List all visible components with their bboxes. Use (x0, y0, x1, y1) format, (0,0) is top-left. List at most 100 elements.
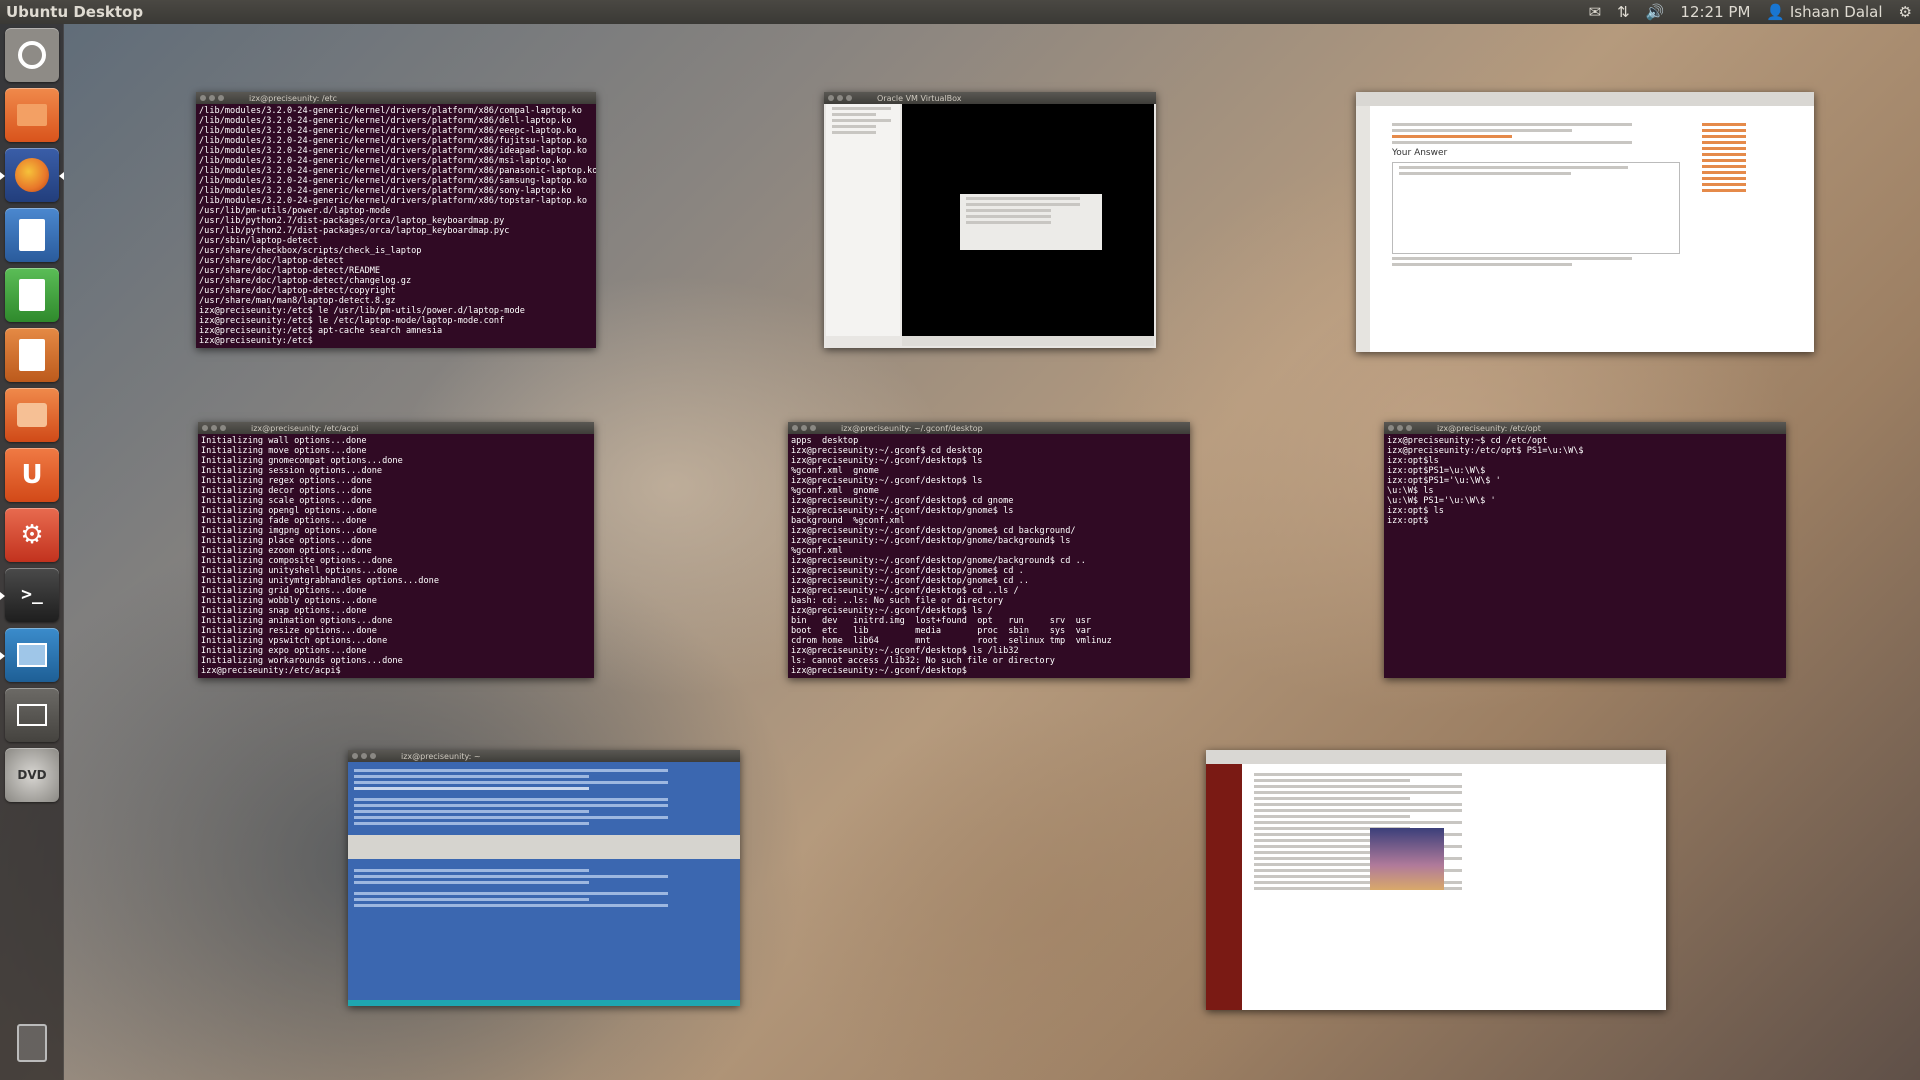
window-terminal-acpi[interactable]: izx@preciseunity: /etc/acpi Initializing… (198, 422, 594, 678)
terminal-line: /lib/modules/3.2.0-24-generic/kernel/dri… (199, 156, 567, 166)
site-sidebar (1206, 764, 1242, 1010)
window-browser-music[interactable] (1206, 750, 1666, 1010)
terminal-line: /usr/share/doc/laptop-detect/README (199, 266, 381, 276)
minimize-icon[interactable] (801, 425, 807, 431)
network-icon[interactable]: ⇅ (1617, 3, 1630, 21)
window-terminal-etc[interactable]: izx@preciseunity: /etc /lib/modules/3.2.… (196, 92, 596, 348)
close-icon[interactable] (202, 425, 208, 431)
minimize-icon[interactable] (837, 95, 843, 101)
maximize-icon[interactable] (370, 753, 376, 759)
terminal-output[interactable]: Initializing wall options...done Initiali… (198, 434, 594, 678)
files-icon[interactable] (5, 88, 59, 142)
terminal-line: izx@preciseunity:~/.gconf/desktop/gnome$… (791, 506, 1014, 516)
browser-tabs[interactable] (1206, 750, 1666, 764)
terminal-line: izx:opt$PS1='\u:\W\$ ' (1387, 476, 1501, 486)
terminal-line: izx@preciseunity:~/.gconf/desktop/gnome$… (791, 576, 1029, 586)
terminal-line: Initializing session options...done (201, 466, 383, 476)
dvd-icon[interactable]: DVD (5, 748, 59, 802)
terminal-icon[interactable]: >_ (0, 568, 59, 622)
minimize-icon[interactable] (361, 753, 367, 759)
gear-icon[interactable]: ⚙ (1899, 3, 1912, 21)
writer-icon[interactable] (5, 208, 59, 262)
volume-icon[interactable]: 🔊 (1646, 3, 1665, 21)
mail-icon[interactable]: ✉ (1589, 3, 1602, 21)
impress-icon[interactable] (5, 328, 59, 382)
close-icon[interactable] (828, 95, 834, 101)
terminal-line: /lib/modules/3.2.0-24-generic/kernel/dri… (199, 196, 588, 206)
terminal-line: bash: cd: ..ls: No such file or director… (791, 596, 1004, 606)
terminal-line: Initializing move options...done (201, 446, 367, 456)
terminal-line: Initializing unitymtgrabhandles options.… (201, 576, 439, 586)
minimize-icon[interactable] (1397, 425, 1403, 431)
window-editor-bashrc[interactable]: izx@preciseunity: ~ (348, 750, 740, 1006)
window-browser-askubuntu[interactable]: Your Answer (1356, 92, 1814, 352)
terminal-line: izx@preciseunity:/etc/opt$ PS1=\u:\W\$ (1387, 446, 1584, 456)
terminal-line: Initializing ezoom options...done (201, 546, 372, 556)
window-title: Oracle VM VirtualBox (877, 93, 962, 103)
window-icon[interactable] (5, 688, 59, 742)
terminal-output[interactable]: /lib/modules/3.2.0-24-generic/kernel/dri… (196, 104, 596, 348)
terminal-line: Initializing decor options...done (201, 486, 372, 496)
terminal-output[interactable]: izx@preciseunity:~$ cd /etc/opt izx@preci… (1384, 434, 1786, 678)
terminal-line: izx@preciseunity:~/.gconf/desktop$ ls (791, 456, 983, 466)
terminal-line: izx@preciseunity:~$ cd /etc/opt (1387, 436, 1548, 446)
close-icon[interactable] (200, 95, 206, 101)
maximize-icon[interactable] (220, 425, 226, 431)
browser-tabs[interactable] (1356, 92, 1814, 106)
window-terminal-opt[interactable]: izx@preciseunity: /etc/opt izx@preciseun… (1384, 422, 1786, 678)
terminal-line: izx@preciseunity:~/.gconf/desktop$ cd ..… (791, 586, 1019, 596)
maximize-icon[interactable] (846, 95, 852, 101)
browser-sidebar (1356, 106, 1370, 352)
terminal-line: izx@preciseunity:~/.gconf$ cd desktop (791, 446, 983, 456)
editor-content[interactable] (348, 762, 740, 914)
terminal-line: cdrom home lib64 mnt root selinux tmp vm… (791, 636, 1112, 646)
maximize-icon[interactable] (218, 95, 224, 101)
terminal-line: izx@preciseunity:~/.gconf/desktop$ (791, 666, 973, 676)
window-title: izx@preciseunity: /etc/opt (1437, 423, 1541, 433)
answer-textarea[interactable] (1392, 162, 1680, 254)
terminal-line: /lib/modules/3.2.0-24-generic/kernel/dri… (199, 176, 588, 186)
minimize-icon[interactable] (209, 95, 215, 101)
terminal-line: izx@preciseunity:~/.gconf/desktop/gnome$… (791, 526, 1076, 536)
terminal-line: /usr/share/man/man8/laptop-detect.8.gz (199, 296, 396, 306)
ubuntu-one-icon[interactable]: U (5, 448, 59, 502)
terminal-line: Initializing expo options...done (201, 646, 367, 656)
minimize-icon[interactable] (211, 425, 217, 431)
terminal-line: izx@preciseunity:~/.gconf/desktop$ cd gn… (791, 496, 1014, 506)
terminal-line: izx@preciseunity:~/.gconf/desktop$ ls /l… (791, 646, 1019, 656)
terminal-output[interactable]: apps desktop izx@preciseunity:~/.gconf$ c… (788, 434, 1190, 678)
user-icon: 👤 (1766, 3, 1786, 21)
window-terminal-gconf[interactable]: izx@preciseunity: ~/.gconf/desktop apps … (788, 422, 1190, 678)
terminal-line: /lib/modules/3.2.0-24-generic/kernel/dri… (199, 126, 577, 136)
dash-home-icon[interactable] (5, 28, 59, 82)
software-center-icon[interactable] (5, 388, 59, 442)
terminal-line: izx@preciseunity:~/.gconf/desktop/gnome/… (791, 536, 1071, 546)
maximize-icon[interactable] (810, 425, 816, 431)
clock[interactable]: 12:21 PM (1680, 3, 1750, 21)
calc-icon[interactable] (5, 268, 59, 322)
vm-list[interactable] (826, 104, 900, 336)
terminal-line: izx:opt$ls (1387, 456, 1439, 466)
vm-screen[interactable] (902, 104, 1154, 336)
close-icon[interactable] (352, 753, 358, 759)
window-virtualbox[interactable]: Oracle VM VirtualBox (824, 92, 1156, 348)
maximize-icon[interactable] (1406, 425, 1412, 431)
terminal-line: Initializing scale options...done (201, 496, 372, 506)
terminal-line: /lib/modules/3.2.0-24-generic/kernel/dri… (199, 166, 596, 176)
album-cover-image[interactable] (1370, 828, 1444, 890)
trash-icon[interactable] (5, 1016, 59, 1070)
workspaces-icon[interactable] (0, 628, 59, 682)
user-menu[interactable]: 👤 Ishaan Dalal (1766, 3, 1882, 21)
system-settings-icon[interactable]: ⚙ (5, 508, 59, 562)
terminal-line: \u:\W$ PS1='\u:\W\$ ' (1387, 496, 1496, 506)
editor-statusbar (348, 1000, 740, 1006)
window-title: izx@preciseunity: /etc/acpi (251, 423, 359, 433)
terminal-line: /lib/modules/3.2.0-24-generic/kernel/dri… (199, 146, 588, 156)
close-icon[interactable] (1388, 425, 1394, 431)
terminal-line: izx@preciseunity:/etc$ le /etc/laptop-mo… (199, 316, 505, 326)
close-icon[interactable] (792, 425, 798, 431)
terminal-line: Initializing grid options...done (201, 586, 367, 596)
firefox-icon[interactable] (0, 148, 64, 202)
terminal-line: Initializing workarounds options...done (201, 656, 403, 666)
terminal-line: \u:\W$ ls (1387, 486, 1434, 496)
